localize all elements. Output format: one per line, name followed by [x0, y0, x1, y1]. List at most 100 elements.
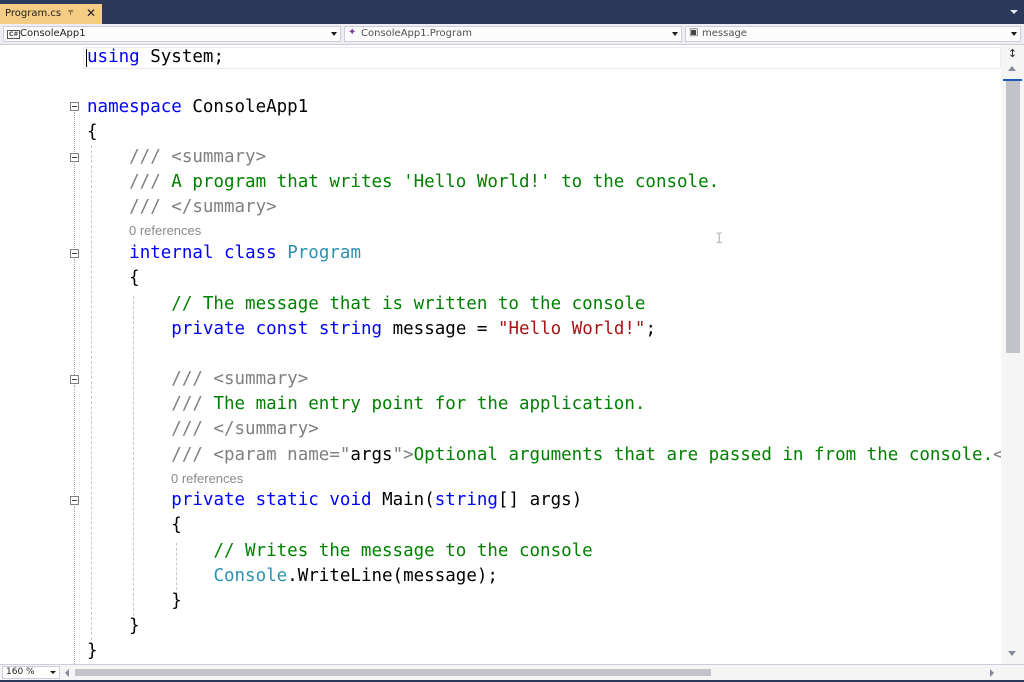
code-token: {	[87, 268, 140, 288]
code-token: message =	[382, 319, 498, 339]
code-line: {	[87, 514, 182, 536]
code-token: /// <summary>	[87, 147, 267, 167]
tab-overflow-chevron-icon[interactable]	[1010, 10, 1018, 14]
type-dropdown-value: ConsoleApp1.Program	[361, 28, 472, 39]
zoom-dropdown[interactable]: 160 %	[2, 666, 60, 679]
code-line: /// </summary>	[87, 196, 277, 218]
code-token: string	[318, 319, 383, 339]
code-token: {	[87, 515, 182, 535]
code-token: [] args)	[497, 490, 583, 510]
code-line: using System;	[87, 46, 224, 68]
code-token: // Writes the message to the console	[87, 541, 593, 561]
outline-line	[74, 259, 76, 375]
code-line: }	[87, 640, 98, 662]
code-token: static	[255, 490, 319, 510]
code-line: /// <summary>	[87, 146, 266, 168]
code-token: ///	[87, 172, 161, 192]
code-token: }	[87, 616, 140, 636]
chevron-down-icon	[1011, 32, 1017, 36]
collapse-namespace-icon[interactable]	[70, 102, 79, 111]
scroll-left-arrow-icon[interactable]	[65, 669, 69, 677]
code-token: ">	[392, 445, 414, 465]
code-line: }	[87, 615, 140, 637]
type-dropdown[interactable]: ✦ ConsoleApp1.Program	[344, 26, 682, 42]
code-token: namespace	[87, 97, 182, 117]
code-lens-references[interactable]: 0 references	[171, 471, 243, 486]
code-token: ConsoleApp1	[181, 97, 309, 117]
project-dropdown[interactable]: C# ConsoleApp1	[3, 26, 341, 42]
code-editor[interactable]: using System; namespace ConsoleApp1 { //…	[0, 45, 1001, 664]
code-line: /// </summary>	[87, 418, 319, 440]
outline-line	[74, 506, 76, 664]
split-window-icon[interactable]: ↕	[1005, 47, 1020, 61]
tab-program-cs[interactable]: Program.cs ⫧ ✕	[0, 4, 102, 24]
member-dropdown[interactable]: ▣ message	[685, 26, 1021, 42]
code-line: // Writes the message to the console	[87, 540, 593, 562]
tab-title: Program.cs	[5, 8, 62, 19]
chevron-down-icon	[331, 32, 337, 36]
code-line: internal class Program	[87, 242, 361, 264]
document-tab-strip: Program.cs ⫧ ✕	[0, 0, 1024, 24]
collapse-summary-icon[interactable]	[70, 153, 79, 162]
horizontal-scroll-thumb[interactable]	[75, 669, 711, 676]
collapse-summary-icon[interactable]	[70, 375, 79, 384]
code-line: namespace ConsoleApp1	[87, 96, 308, 118]
code-line: Console.WriteLine(message);	[87, 565, 498, 587]
code-line: private const string message = "Hello Wo…	[87, 318, 656, 340]
code-line: /// The main entry point for the applica…	[87, 393, 645, 415]
chevron-down-icon	[672, 32, 678, 36]
vertical-scrollbar[interactable]: ↕	[1001, 45, 1024, 664]
vertical-scroll-thumb[interactable]	[1006, 79, 1020, 353]
code-token: System;	[139, 47, 224, 67]
code-line: /// <summary>	[87, 368, 308, 390]
navigation-bar: C# ConsoleApp1 ✦ ConsoleApp1.Program ▣ m…	[0, 24, 1024, 45]
member-dropdown-value: message	[702, 28, 747, 39]
code-token: /// </summary>	[87, 419, 319, 439]
code-token: class	[224, 243, 277, 263]
code-token: ///	[87, 394, 203, 414]
collapse-method-icon[interactable]	[70, 496, 79, 505]
code-token: internal	[129, 243, 214, 263]
close-icon[interactable]: ✕	[86, 6, 96, 20]
outline-line	[74, 385, 76, 495]
code-token: Console	[213, 566, 288, 586]
field-icon: ▣	[689, 27, 699, 38]
code-line: }	[87, 590, 182, 612]
pin-icon[interactable]: ⫧	[68, 7, 74, 18]
code-token: Optional arguments that are passed in fr…	[413, 445, 994, 465]
code-line: // The message that is written to the co…	[87, 293, 645, 315]
code-token: const	[255, 319, 309, 339]
code-token: /// <param name="	[87, 445, 351, 465]
chevron-down-icon	[50, 671, 56, 674]
code-token: args	[350, 445, 393, 465]
scroll-down-arrow-icon[interactable]	[1008, 651, 1016, 656]
code-token: .WriteLine(message);	[287, 566, 498, 586]
code-token: string	[434, 490, 498, 510]
project-dropdown-value: ConsoleApp1	[20, 28, 86, 39]
code-line: private static void Main(string[] args)	[87, 489, 582, 511]
caret-position-marker	[1003, 79, 1022, 81]
code-lens-references[interactable]: 0 references	[129, 223, 201, 238]
scroll-right-arrow-icon[interactable]	[990, 669, 994, 677]
collapse-class-icon[interactable]	[70, 249, 79, 258]
code-token: The main entry point for the application…	[202, 394, 646, 414]
code-token: /// </summary>	[87, 197, 277, 217]
code-token: // The message that is written to the co…	[87, 294, 646, 314]
code-token: "Hello World!"	[497, 319, 646, 339]
code-token: Main(	[371, 490, 435, 510]
code-token: }	[87, 591, 182, 611]
outline-line	[74, 112, 76, 152]
editor-bottom-bar: 160 %	[0, 664, 1024, 680]
class-icon: ✦	[348, 27, 357, 38]
code-token: ;	[645, 319, 657, 339]
scroll-up-arrow-icon[interactable]	[1008, 66, 1016, 71]
code-token: </param>	[993, 445, 1001, 465]
